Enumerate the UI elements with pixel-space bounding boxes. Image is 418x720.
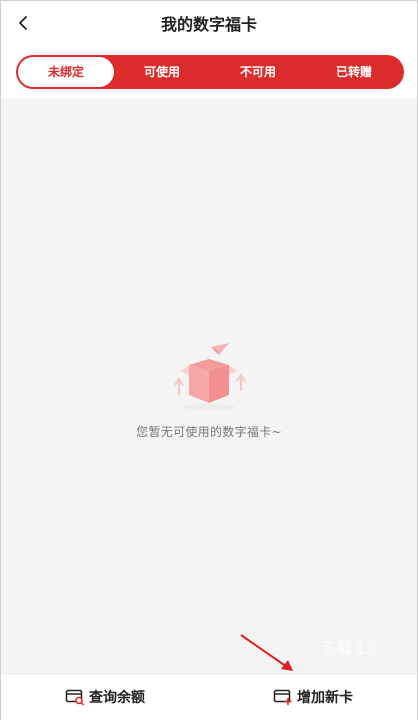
top-bar: 我的数字福卡 <box>1 1 417 45</box>
tab-usable[interactable]: 可使用 <box>114 57 210 87</box>
page-title: 我的数字福卡 <box>160 15 257 34</box>
watermark: 下载汇 <box>319 639 374 657</box>
query-balance-label: 查询余额 <box>89 690 145 706</box>
card-search-icon <box>65 689 85 706</box>
query-balance-button[interactable]: 查询余额 <box>1 674 209 720</box>
chevron-left-icon <box>19 16 27 30</box>
empty-state: 您暂无可使用的数字福卡~ <box>1 341 417 440</box>
tab-transferred[interactable]: 已转赠 <box>306 57 402 87</box>
add-new-card-label: 增加新卡 <box>297 690 353 706</box>
tabs-area: 未绑定 可使用 不可用 已转赠 <box>1 45 417 99</box>
back-button[interactable] <box>7 7 39 39</box>
empty-message: 您暂无可使用的数字福卡~ <box>136 425 282 439</box>
card-plus-icon <box>273 689 292 705</box>
tab-bar: 未绑定 可使用 不可用 已转赠 <box>16 55 404 89</box>
tab-unusable[interactable]: 不可用 <box>210 57 306 87</box>
add-new-card-button[interactable]: 增加新卡 <box>209 674 417 720</box>
open-box-icon <box>174 343 246 410</box>
bottom-bar: 查询余额 增加新卡 <box>1 673 417 720</box>
tab-unbound[interactable]: 未绑定 <box>18 57 114 87</box>
